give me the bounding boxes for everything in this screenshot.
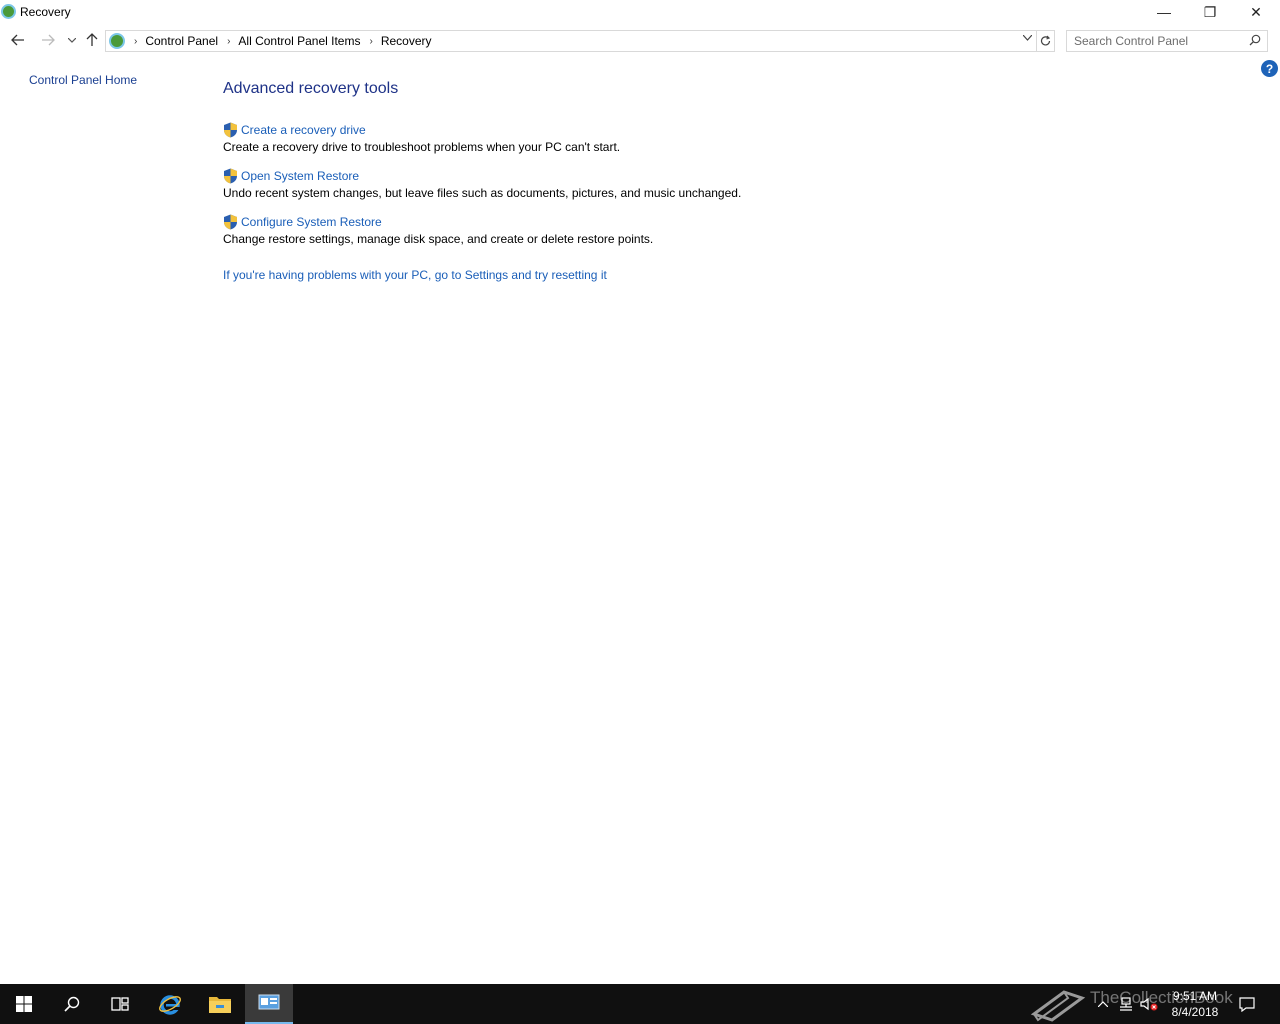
search-box[interactable]	[1066, 30, 1268, 52]
up-button[interactable]	[82, 30, 102, 50]
network-tray-button[interactable]	[1116, 984, 1136, 1024]
forward-button[interactable]	[38, 30, 58, 50]
breadcrumb-all-items[interactable]: All Control Panel Items	[238, 34, 360, 48]
open-system-restore-description: Undo recent system changes, but leave fi…	[223, 186, 742, 200]
action-center-button[interactable]	[1236, 984, 1258, 1024]
navigation-bar: › Control Panel › All Control Panel Item…	[0, 27, 1280, 53]
refresh-icon	[1040, 35, 1051, 46]
breadcrumb-recovery[interactable]: Recovery	[381, 34, 432, 48]
chevron-down-icon	[1022, 34, 1033, 41]
internet-explorer-button[interactable]	[146, 984, 194, 1024]
control-panel-icon	[258, 994, 280, 1010]
configure-system-restore-label[interactable]: Configure System Restore	[241, 215, 382, 229]
maximize-button[interactable]: ❐	[1187, 0, 1233, 24]
folder-icon	[209, 997, 231, 1013]
refresh-button[interactable]	[1037, 30, 1055, 52]
clock-time: 9:51 AM	[1172, 989, 1218, 1003]
control-panel-icon	[109, 33, 125, 49]
create-recovery-drive-link[interactable]: Create a recovery drive	[223, 122, 620, 138]
configure-system-restore-description: Change restore settings, manage disk spa…	[223, 232, 654, 246]
tool-create-recovery-drive: Create a recovery drive Create a recover…	[223, 122, 620, 154]
taskbar: TheCollectionBook 9:51 AM 8/4/2018	[0, 984, 1280, 1024]
control-panel-icon	[1, 4, 16, 19]
breadcrumb-separator-icon[interactable]: ›	[369, 36, 372, 47]
up-arrow-icon	[86, 33, 98, 46]
window-title: Recovery	[20, 5, 71, 19]
back-button[interactable]	[8, 30, 28, 50]
address-bar[interactable]: › Control Panel › All Control Panel Item…	[105, 30, 1037, 52]
breadcrumb-separator-icon: ›	[134, 35, 138, 47]
breadcrumb-separator-icon[interactable]: ›	[227, 36, 230, 47]
address-dropdown-button[interactable]	[1022, 33, 1033, 44]
system-clock[interactable]: 9:51 AM 8/4/2018	[1163, 988, 1227, 1020]
control-panel-taskbar-button[interactable]	[245, 984, 293, 1024]
recent-locations-button[interactable]	[62, 30, 82, 50]
tool-configure-system-restore: Configure System Restore Change restore …	[223, 214, 653, 246]
chevron-up-icon	[1098, 1001, 1108, 1007]
search-icon[interactable]	[1249, 34, 1261, 46]
task-view-button[interactable]	[96, 984, 144, 1024]
uac-shield-icon	[224, 122, 237, 138]
search-icon	[64, 996, 80, 1012]
help-button[interactable]: ?	[1261, 60, 1278, 77]
recovery-window: Recovery — ❐ ✕ › Control Panel › All Con…	[0, 0, 1280, 984]
internet-explorer-icon	[159, 995, 181, 1015]
uac-shield-icon	[224, 168, 237, 184]
search-taskbar-button[interactable]	[48, 984, 96, 1024]
notification-icon	[1239, 996, 1255, 1012]
volume-muted-icon	[1140, 997, 1158, 1011]
close-button[interactable]: ✕	[1233, 0, 1279, 24]
windows-logo-icon	[16, 996, 32, 1012]
uac-shield-icon	[224, 214, 237, 230]
back-arrow-icon	[11, 34, 24, 46]
create-recovery-drive-label[interactable]: Create a recovery drive	[241, 123, 366, 137]
create-recovery-drive-description: Create a recovery drive to troubleshoot …	[223, 140, 621, 154]
forward-arrow-icon	[42, 34, 55, 46]
file-explorer-button[interactable]	[196, 984, 244, 1024]
page-title: Advanced recovery tools	[223, 80, 399, 97]
task-view-icon	[111, 997, 129, 1011]
reset-pc-link[interactable]: If you're having problems with your PC, …	[223, 268, 607, 282]
chevron-down-icon	[68, 37, 76, 43]
minimize-button[interactable]: —	[1141, 0, 1187, 24]
book-watermark-icon	[1030, 990, 1086, 1022]
configure-system-restore-link[interactable]: Configure System Restore	[223, 214, 653, 230]
title-bar: Recovery — ❐ ✕	[0, 0, 1280, 24]
show-hidden-icons-button[interactable]	[1094, 984, 1112, 1024]
open-system-restore-link[interactable]: Open System Restore	[223, 168, 741, 184]
breadcrumb-control-panel[interactable]: Control Panel	[145, 34, 218, 48]
clock-date: 8/4/2018	[1171, 1005, 1219, 1019]
tool-open-system-restore: Open System Restore Undo recent system c…	[223, 168, 741, 200]
control-panel-home-link[interactable]: Control Panel Home	[29, 73, 137, 87]
start-button[interactable]	[0, 984, 48, 1024]
network-icon	[1120, 997, 1132, 1011]
volume-tray-button[interactable]	[1138, 984, 1160, 1024]
open-system-restore-label[interactable]: Open System Restore	[241, 169, 359, 183]
search-input[interactable]	[1067, 31, 1237, 51]
